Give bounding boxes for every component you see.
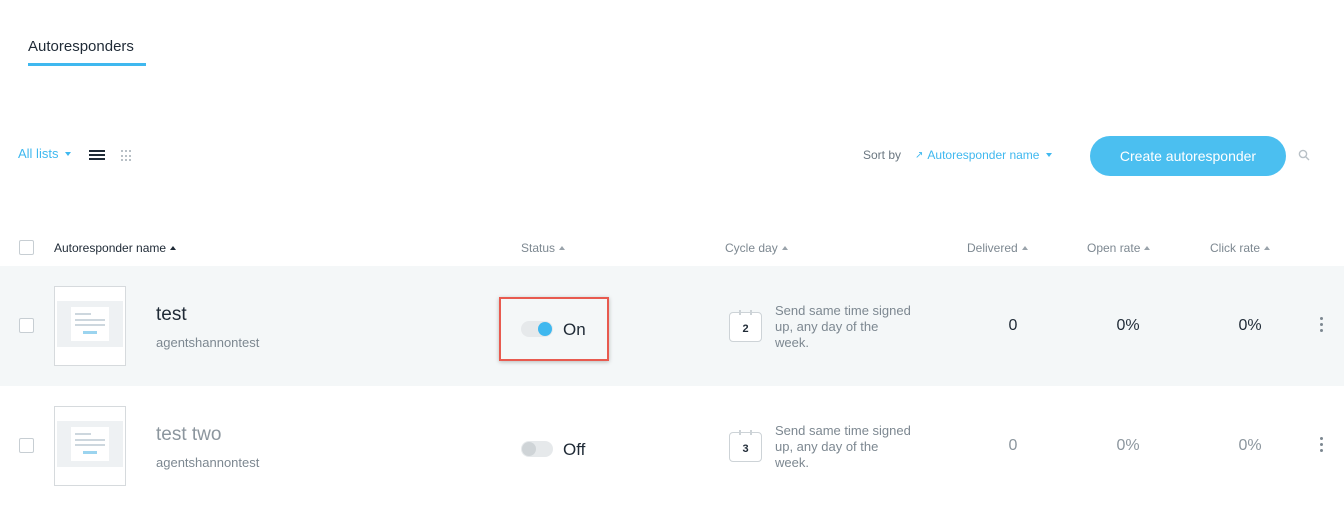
sort-icon [1264, 246, 1271, 250]
delivered-count: 0 [1008, 437, 1018, 454]
search-icon[interactable] [1298, 149, 1310, 161]
delivered-count: 0 [1008, 317, 1018, 334]
sort-icon [1021, 246, 1028, 250]
cycle-description: Send same time signed up, any day of the… [775, 423, 911, 470]
sort-dropdown[interactable]: ↗ Autoresponder name [915, 148, 1053, 162]
column-header-click-rate[interactable]: Click rate [1210, 241, 1271, 255]
active-tab-underline [28, 63, 146, 66]
autoresponder-name[interactable]: test [156, 304, 187, 326]
grid-view-icon[interactable] [121, 150, 133, 162]
column-header-name-label: Autoresponder name [54, 241, 167, 255]
column-header-cycle-day[interactable]: Cycle day [725, 241, 788, 255]
sort-direction-icon: ↗ [915, 149, 924, 161]
column-header-status[interactable]: Status [521, 241, 566, 255]
cycle-description: Send same time signed up, any day of the… [775, 303, 911, 350]
sort-asc-icon [170, 246, 177, 250]
row-checkbox[interactable] [19, 318, 34, 333]
calendar-icon: 2 [729, 310, 762, 342]
column-header-cycle-day-label: Cycle day [725, 241, 778, 255]
sort-icon [559, 246, 566, 250]
table-row: test agentshannontest On 2 Send same tim… [0, 266, 1344, 386]
sort-icon [781, 246, 788, 250]
sort-icon [1144, 246, 1151, 250]
more-options-icon[interactable] [1320, 317, 1324, 333]
sort-by-label: Sort by [863, 148, 902, 162]
status-label: Off [563, 440, 586, 459]
tab-autoresponders[interactable]: Autoresponders [28, 38, 134, 55]
open-rate-value: 0% [1116, 437, 1140, 454]
column-header-open-rate[interactable]: Open rate [1087, 241, 1151, 255]
contact-list-name: agentshannontest [156, 455, 260, 470]
create-autoresponder-button[interactable]: Create autoresponder [1090, 136, 1286, 176]
status-toggle[interactable] [521, 441, 553, 457]
more-options-icon[interactable] [1320, 437, 1324, 453]
column-header-click-rate-label: Click rate [1210, 241, 1261, 255]
contact-list-name: agentshannontest [156, 335, 260, 350]
list-filter[interactable]: All lists [18, 146, 72, 161]
email-thumbnail[interactable] [54, 406, 126, 486]
chevron-down-icon [1046, 153, 1053, 157]
calendar-icon: 3 [729, 430, 762, 462]
column-header-name[interactable]: Autoresponder name [54, 241, 177, 255]
toggle-knob [522, 442, 536, 456]
row-checkbox[interactable] [19, 438, 34, 453]
email-thumbnail[interactable] [54, 286, 126, 366]
sort-value: Autoresponder name [927, 148, 1040, 162]
table-row: test two agentshannontest Off 3 Send sam… [0, 386, 1344, 506]
select-all-checkbox[interactable] [19, 240, 34, 255]
open-rate-value: 0% [1116, 317, 1140, 334]
autoresponder-name[interactable]: test two [156, 424, 221, 446]
column-header-delivered-label: Delivered [967, 241, 1018, 255]
all-lists-label: All lists [18, 146, 59, 161]
column-header-open-rate-label: Open rate [1087, 241, 1141, 255]
toggle-knob [538, 322, 552, 336]
status-label: On [563, 320, 586, 339]
click-rate-value: 0% [1238, 317, 1262, 334]
column-header-delivered[interactable]: Delivered [967, 241, 1028, 255]
column-header-status-label: Status [521, 241, 556, 255]
click-rate-value: 0% [1238, 437, 1262, 454]
chevron-down-icon [65, 151, 72, 156]
all-lists-dropdown[interactable]: All lists [18, 146, 72, 161]
list-view-icon[interactable] [89, 150, 105, 160]
status-toggle[interactable] [521, 321, 553, 337]
